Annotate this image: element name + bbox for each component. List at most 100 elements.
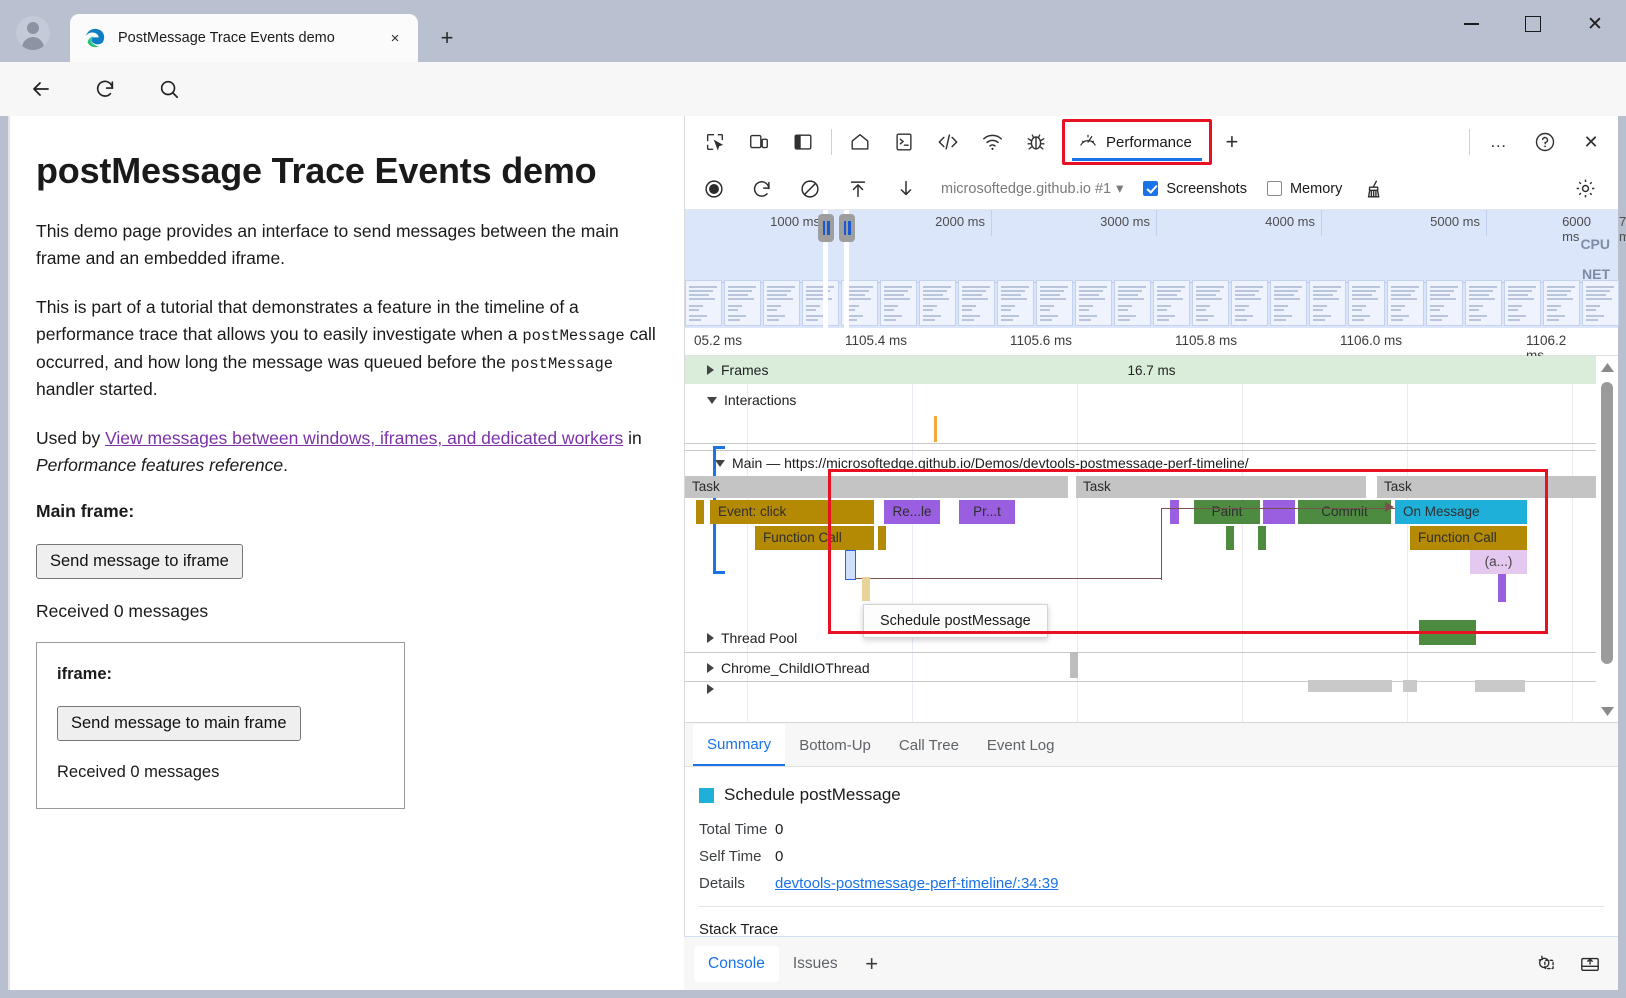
task-band[interactable]: Task (1076, 476, 1366, 498)
filmstrip-frame[interactable] (724, 280, 761, 326)
flame-bar-event-click[interactable]: Event: click (710, 500, 874, 524)
flame-bar-on-message[interactable]: On Message (1395, 500, 1527, 524)
filmstrip-frame[interactable] (1075, 280, 1112, 326)
devtools-help-icon[interactable] (1522, 122, 1568, 162)
drawer-tab-console[interactable]: Console (694, 946, 779, 982)
devtools-more-tools-button[interactable]: … (1476, 122, 1522, 162)
memory-checkbox-box[interactable] (1267, 181, 1282, 196)
flame-bar-commit[interactable]: Commit (1298, 500, 1391, 524)
download-arrow-icon[interactable] (883, 171, 929, 207)
track-main-label-row[interactable]: Main — https://microsoftedge.github.io/D… (685, 450, 1618, 476)
track-frames-label-row[interactable]: Frames (685, 356, 1618, 384)
drawer-add-tool-button[interactable]: + (852, 951, 892, 977)
summary-details-link[interactable]: devtools-postmessage-perf-timeline/:34:3… (775, 875, 1058, 892)
reload-icon[interactable] (86, 70, 124, 108)
flame-bar-sliver[interactable] (1498, 574, 1506, 602)
task-band[interactable]: Task (685, 476, 1068, 498)
tab-call-tree[interactable]: Call Tree (885, 724, 973, 766)
drawer-tab-issues[interactable]: Issues (779, 946, 852, 982)
filmstrip-frame[interactable] (1192, 280, 1229, 326)
tab-close-icon[interactable]: × (382, 25, 408, 51)
selected-event-schedule-postmessage[interactable] (845, 550, 856, 580)
screenshots-checkbox-box[interactable] (1143, 181, 1158, 196)
flame-bar-compositor[interactable] (1308, 680, 1392, 692)
new-tab-button[interactable]: + (430, 22, 464, 54)
filmstrip-frame[interactable] (1270, 280, 1307, 326)
expand-triangle-icon[interactable] (707, 365, 714, 375)
upload-arrow-icon[interactable] (835, 171, 881, 207)
filmstrip-frame[interactable] (1387, 280, 1424, 326)
window-maximize-button[interactable] (1502, 0, 1564, 48)
flame-bar-thread-pool-work[interactable] (1419, 620, 1476, 645)
filmstrip-frame[interactable] (919, 280, 956, 326)
network-panel-icon[interactable] (970, 122, 1014, 162)
flamechart-scrollbar[interactable] (1596, 356, 1618, 722)
timeline-overview[interactable]: 1000 ms 2000 ms 3000 ms 4000 ms 5000 ms … (685, 210, 1618, 328)
scroll-down-arrow-icon[interactable] (1596, 702, 1618, 720)
filmstrip-frame[interactable] (1426, 280, 1463, 326)
tab-performance[interactable]: Performance (1066, 123, 1208, 161)
search-icon[interactable] (150, 70, 188, 108)
broom-icon[interactable] (1352, 171, 1398, 207)
track-interactions-label-row[interactable]: Interactions (685, 386, 1618, 414)
flame-bar-sliver[interactable] (1263, 500, 1295, 524)
dock-side-icon[interactable] (781, 122, 825, 162)
flame-bar-compositor[interactable] (1403, 680, 1417, 692)
tab-bottom-up[interactable]: Bottom-Up (785, 724, 885, 766)
gear-icon[interactable] (1562, 171, 1608, 207)
flame-bar-sliver[interactable] (1258, 526, 1266, 550)
record-circle-icon[interactable] (691, 171, 737, 207)
window-close-button[interactable]: ✕ (1564, 0, 1626, 48)
overview-window-handle-right[interactable] (839, 214, 855, 242)
sources-panel-icon[interactable] (926, 122, 970, 162)
elements-bug-icon[interactable] (1014, 122, 1058, 162)
collapse-triangle-icon[interactable] (707, 397, 717, 404)
scroll-up-arrow-icon[interactable] (1596, 358, 1618, 376)
expand-triangle-icon[interactable] (707, 684, 714, 694)
inspect-element-icon[interactable] (693, 122, 737, 162)
filmstrip-frame[interactable] (685, 280, 722, 326)
flame-bar-paint[interactable]: Paint (1194, 500, 1260, 524)
memory-checkbox[interactable]: Memory (1267, 181, 1342, 197)
flame-bar-prepaint[interactable]: Pr...t (959, 500, 1015, 524)
capture-target-selector[interactable]: microsoftedge.github.io #1 ▾ (941, 181, 1123, 197)
filmstrip-frame[interactable] (1036, 280, 1073, 326)
add-panel-button[interactable]: + (1212, 129, 1252, 155)
flame-bar-function-call[interactable]: Function Call (1410, 526, 1527, 550)
tab-summary[interactable]: Summary (693, 724, 785, 766)
filmstrip-frame[interactable] (1543, 280, 1580, 326)
flame-bar-sliver[interactable] (696, 500, 704, 524)
send-message-to-iframe-button[interactable]: Send message to iframe (36, 544, 243, 579)
flame-bar-compositor[interactable] (1475, 680, 1525, 692)
flame-bar-sliver[interactable] (862, 577, 870, 601)
filmstrip-frame[interactable] (1582, 280, 1619, 326)
profile-button[interactable] (12, 12, 54, 54)
filmstrip-frame[interactable] (1348, 280, 1385, 326)
expand-triangle-icon[interactable] (707, 633, 714, 643)
devtools-close-button[interactable]: ✕ (1568, 122, 1614, 162)
dock-undock-icon[interactable] (1570, 946, 1610, 982)
filmstrip-frame[interactable] (997, 280, 1034, 326)
flame-bar-sliver[interactable] (878, 526, 886, 550)
track-thread-pool-label-row[interactable]: Thread Pool (685, 624, 1618, 652)
flame-bar-anonymous[interactable]: (a...) (1470, 550, 1527, 574)
restore-drawer-icon[interactable] (1524, 946, 1564, 982)
flame-bar-childio-work[interactable] (1070, 652, 1078, 678)
flame-bar-recalculate-style[interactable]: Re...le (884, 500, 940, 524)
expand-triangle-icon[interactable] (707, 663, 714, 673)
flame-bar-sliver[interactable] (1226, 526, 1234, 550)
tab-event-log[interactable]: Event Log (973, 724, 1069, 766)
docs-link[interactable]: View messages between windows, iframes, … (105, 428, 623, 448)
filmstrip-frame[interactable] (802, 280, 839, 326)
filmstrip-frame[interactable] (1153, 280, 1190, 326)
filmstrip-frame[interactable] (1309, 280, 1346, 326)
screenshots-checkbox[interactable]: Screenshots (1143, 181, 1247, 197)
device-toolbar-icon[interactable] (737, 122, 781, 162)
console-panel-icon[interactable] (882, 122, 926, 162)
filmstrip-frame[interactable] (1231, 280, 1268, 326)
task-band[interactable]: Task (1377, 476, 1618, 498)
reload-record-icon[interactable] (739, 171, 785, 207)
send-message-to-main-frame-button[interactable]: Send message to main frame (57, 706, 301, 741)
filmstrip-frame[interactable] (1114, 280, 1151, 326)
flame-bar-sliver[interactable] (1170, 500, 1179, 524)
